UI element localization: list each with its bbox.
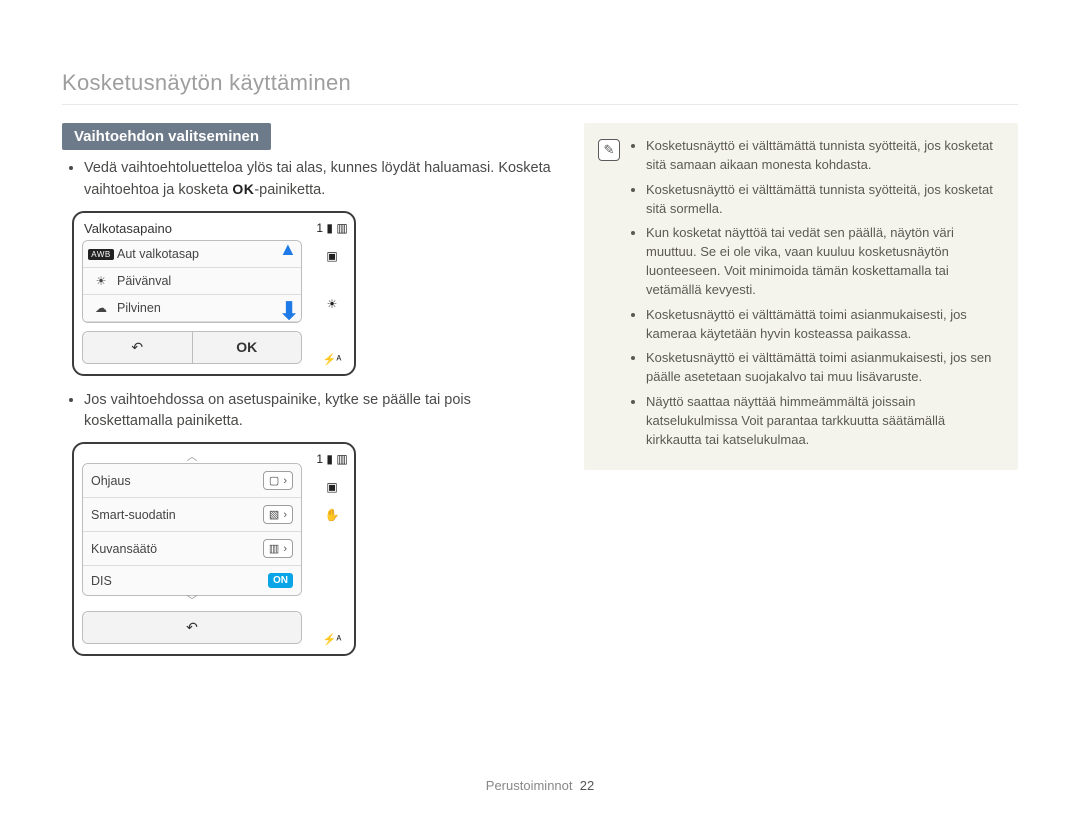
ok-glyph-inline: OK xyxy=(232,179,254,199)
page-footer: Perustoiminnot 22 xyxy=(0,778,1080,793)
device1-title: Valkotasapaino xyxy=(84,221,172,236)
list-item[interactable]: AWB Aut valkotasap xyxy=(83,241,301,268)
note-item: Kun kosketat näyttöä tai vedät sen pääll… xyxy=(646,224,1000,299)
sun-side-icon: ☀ xyxy=(327,297,338,311)
instruction-1: Vedä vaihtoehtoluetteloa ylös tai alas, … xyxy=(84,158,552,201)
list-item-label: Aut valkotasap xyxy=(117,247,199,261)
settings-row-label: Ohjaus xyxy=(91,474,131,488)
focus-icon: ▣ xyxy=(326,480,337,494)
settings-row-label: Smart-suodatin xyxy=(91,508,176,522)
device2-list[interactable]: Ohjaus ▢› Smart-suodatin ▧› Kuvansäätö ▥… xyxy=(82,463,302,596)
settings-row-label: Kuvansäätö xyxy=(91,542,157,556)
settings-row-value[interactable]: ▢› xyxy=(263,471,293,490)
note-item: Kosketusnäyttö ei välttämättä tunnista s… xyxy=(646,137,1000,175)
battery-icon: ▥ xyxy=(336,452,347,466)
list-item-label: Pilvinen xyxy=(117,301,161,315)
storage-icon: ▮ xyxy=(326,221,333,235)
ok-button[interactable]: OK xyxy=(192,332,302,363)
instruction-1-post: -painiketta. xyxy=(254,182,325,198)
list-item-label: Päivänval xyxy=(117,274,171,288)
scroll-indicator-down: ⬇ xyxy=(279,297,295,323)
awb-icon: AWB xyxy=(91,247,111,261)
list-item[interactable]: ☁ Pilvinen xyxy=(83,295,301,322)
settings-row-label: DIS xyxy=(91,574,112,588)
focus-icon: ▣ xyxy=(326,249,337,263)
device1-list[interactable]: AWB Aut valkotasap ☀ Päivänval ☁ Pilvine… xyxy=(82,240,302,323)
device-mock-whitebalance: Valkotasapaino AWB Aut valkotasap ☀ Päiv… xyxy=(72,211,356,376)
settings-row-value[interactable]: ▥› xyxy=(263,539,293,558)
scroll-down-hint: ﹀ xyxy=(82,596,302,607)
section-heading: Vaihtoehdon valitseminen xyxy=(62,123,271,150)
counter-badge: 1 ▮ ▥ xyxy=(316,221,347,235)
scroll-indicator-up: ▲ xyxy=(279,240,295,260)
dis-on-toggle[interactable]: ON xyxy=(268,573,293,588)
back-button[interactable]: ↶ xyxy=(83,612,301,643)
footer-label: Perustoiminnot xyxy=(486,778,573,793)
settings-row[interactable]: Kuvansäätö ▥› xyxy=(83,532,301,566)
scroll-up-hint: ︿ xyxy=(82,452,302,463)
note-box: ✎ Kosketusnäyttö ei välttämättä tunnista… xyxy=(584,123,1018,470)
hand-icon: ✋ xyxy=(325,508,340,522)
note-item: Kosketusnäyttö ei välttämättä toimi asia… xyxy=(646,306,1000,344)
note-item: Näyttö saattaa näyttää himmeämmältä jois… xyxy=(646,393,1000,450)
flash-auto-icon: ⚡ᴬ xyxy=(323,353,342,366)
sun-icon: ☀ xyxy=(91,274,111,288)
settings-row-value[interactable]: ▧› xyxy=(263,505,293,524)
settings-row[interactable]: DIS ON xyxy=(83,566,301,595)
device-mock-settings: ︿ Ohjaus ▢› Smart-suodatin ▧› Ku xyxy=(72,442,356,656)
cloud-icon: ☁ xyxy=(91,301,111,315)
footer-page-number: 22 xyxy=(580,778,594,793)
storage-icon: ▮ xyxy=(326,452,333,466)
list-item[interactable]: ☀ Päivänval xyxy=(83,268,301,295)
battery-icon: ▥ xyxy=(336,221,347,235)
note-item: Kosketusnäyttö ei välttämättä toimi asia… xyxy=(646,349,1000,387)
page-title: Kosketusnäytön käyttäminen xyxy=(62,30,1018,105)
instruction-2: Jos vaihtoehdossa on asetuspainike, kytk… xyxy=(84,390,552,432)
settings-row[interactable]: Ohjaus ▢› xyxy=(83,464,301,498)
counter-badge: 1 ▮ ▥ xyxy=(316,452,347,466)
back-button[interactable]: ↶ xyxy=(83,332,192,363)
note-icon: ✎ xyxy=(598,139,620,161)
note-item: Kosketusnäyttö ei välttämättä tunnista s… xyxy=(646,181,1000,219)
flash-auto-icon: ⚡ᴬ xyxy=(323,633,342,646)
settings-row[interactable]: Smart-suodatin ▧› xyxy=(83,498,301,532)
